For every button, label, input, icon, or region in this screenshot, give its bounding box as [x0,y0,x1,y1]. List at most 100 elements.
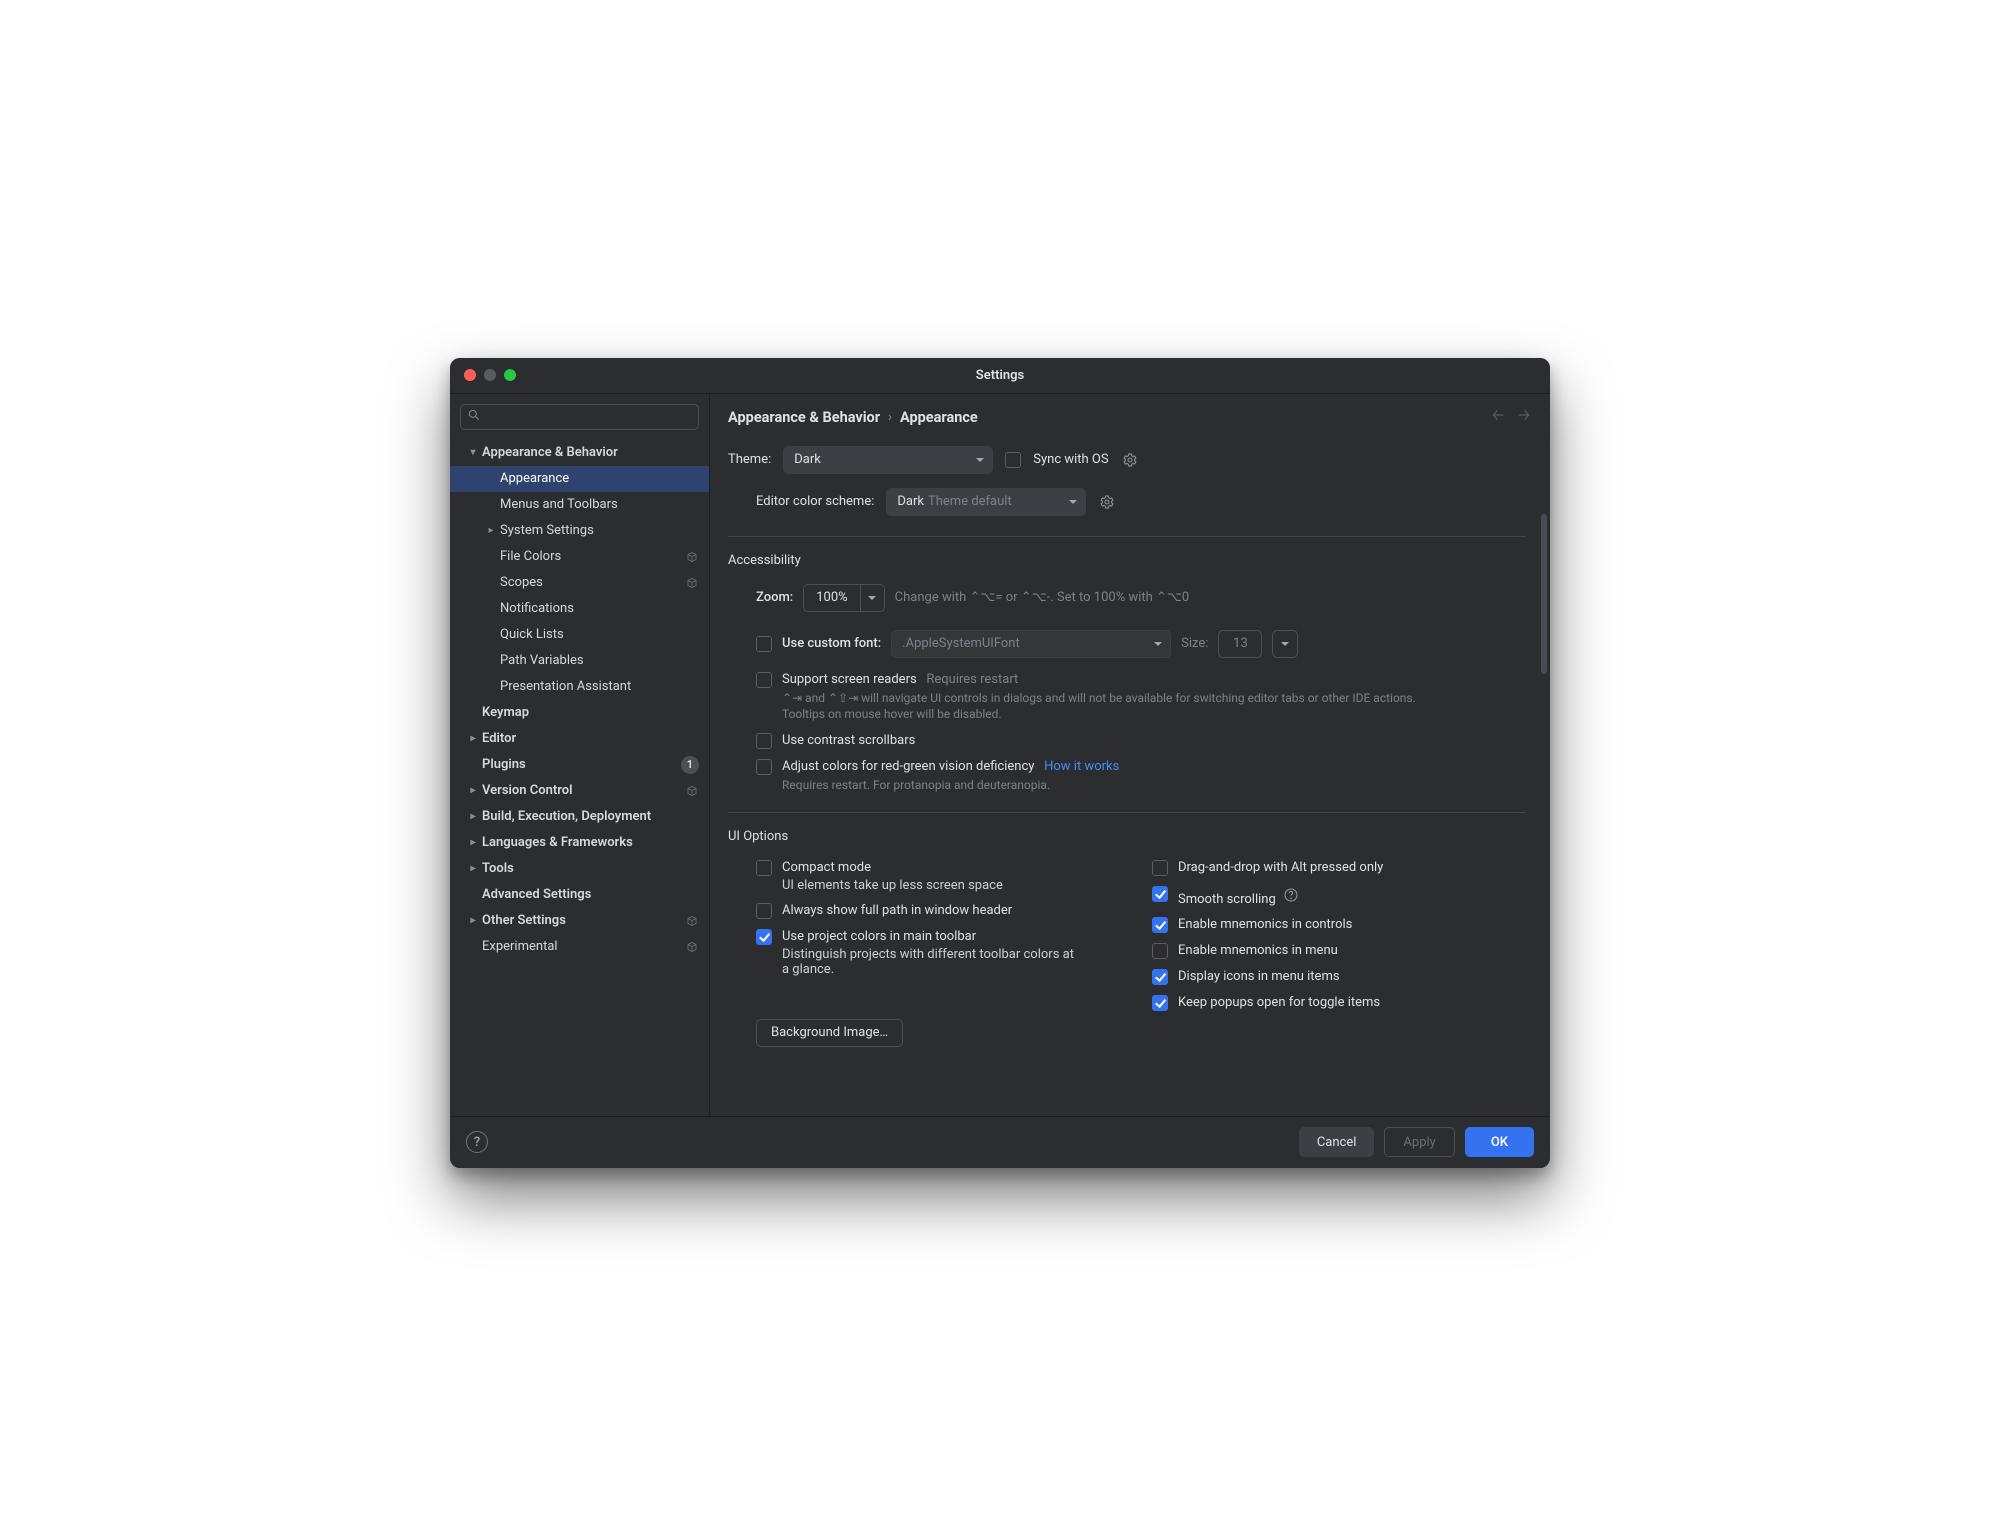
tree-item[interactable]: File Colors [450,544,709,570]
tree-item[interactable]: ▸System Settings [450,518,709,544]
checkbox-desc: UI elements take up less screen space [782,878,1003,893]
tree-item[interactable]: Presentation Assistant [450,674,709,700]
cancel-button[interactable]: Cancel [1299,1127,1375,1157]
how-it-works-link[interactable]: How it works [1044,759,1119,774]
zoom-select[interactable]: 100% [803,584,884,612]
screen-readers-desc: ⌃⇥ and ⌃⇧⇥ will navigate UI controls in … [782,690,1442,724]
tree-item[interactable]: Keymap [450,700,709,726]
caret-icon: ▸ [466,837,480,848]
checkbox-row: Smooth scrolling [1152,886,1383,907]
checkbox-row: Use project colors in main toolbar Distin… [756,929,1082,977]
sync-os-label: Sync with OS [1033,452,1108,467]
checkbox[interactable] [756,903,772,919]
checkbox-label: Smooth scrolling [1178,892,1276,907]
tree-item[interactable]: ▸Tools [450,856,709,882]
ok-button[interactable]: OK [1465,1127,1534,1157]
nav-forward-icon[interactable] [1516,407,1532,427]
color-deficiency-option: Adjust colors for red-green vision defic… [756,759,1526,794]
search-input[interactable] [460,404,699,430]
tree-item-label: Notifications [500,601,699,616]
ui-options-right-col: Drag-and-drop with Alt pressed onlySmoot… [1152,860,1383,1011]
checkbox-row: Keep popups open for toggle items [1152,995,1383,1011]
checkbox[interactable] [756,860,772,876]
color-deficiency-checkbox[interactable] [756,759,772,775]
theme-row: Theme: Dark Sync with OS [728,446,1526,474]
tree-item[interactable]: ▸Build, Execution, Deployment [450,804,709,830]
checkbox[interactable] [1152,995,1168,1011]
tree-item[interactable]: Experimental [450,934,709,960]
search-field[interactable] [487,409,692,424]
editor-scheme-suffix: Theme default [928,494,1012,509]
contrast-scrollbars-checkbox[interactable] [756,733,772,749]
zoom-caret-icon[interactable] [860,585,884,611]
theme-select[interactable]: Dark [783,446,993,474]
section-accessibility: Accessibility [728,553,1526,568]
custom-font-select[interactable]: .AppleSystemUIFont [891,630,1171,658]
checkbox[interactable] [1152,969,1168,985]
window-controls [464,369,516,381]
tree-item[interactable]: ▸Version Control [450,778,709,804]
sync-gear-icon[interactable] [1121,451,1139,469]
breadcrumb-bar: Appearance & Behavior › Appearance [710,394,1550,442]
ui-options-grid: Compact modeUI elements take up less scr… [756,860,1526,1011]
tree-item[interactable]: Plugins1 [450,752,709,778]
checkbox-label: Enable mnemonics in controls [1178,917,1352,932]
checkbox-row: Display icons in menu items [1152,969,1383,985]
caret-icon: ▸ [466,785,480,796]
editor-scheme-select[interactable]: Dark Theme default [886,488,1086,516]
scrollbar-thumb[interactable] [1541,514,1547,674]
checkbox[interactable] [1152,860,1168,876]
tree-item[interactable]: Path Variables [450,648,709,674]
minimize-window-icon[interactable] [484,369,496,381]
caret-icon: ▸ [484,525,498,536]
checkbox[interactable] [1152,917,1168,933]
tree-item[interactable]: Menus and Toolbars [450,492,709,518]
caret-icon: ▸ [466,811,480,822]
font-size-caret-icon[interactable] [1273,631,1297,657]
font-size-stepper[interactable] [1272,630,1298,658]
tree-item[interactable]: ▸Languages & Frameworks [450,830,709,856]
zoom-value: 100% [804,590,859,605]
tree-item[interactable]: Appearance [450,466,709,492]
font-size-input[interactable]: 13 [1218,630,1262,658]
caret-icon: ▸ [466,863,480,874]
tree-item-label: Path Variables [500,653,699,668]
font-size-label: Size: [1181,636,1208,651]
settings-body: ▾Appearance & BehaviorAppearanceMenus an… [450,394,1550,1116]
custom-font-label: Use custom font: [782,636,881,651]
checkbox-label: Use project colors in main toolbar [782,929,976,944]
caret-icon: ▾ [466,447,480,458]
tree-item[interactable]: ▸Editor [450,726,709,752]
screen-readers-label: Support screen readers [782,672,917,687]
checkbox-label: Always show full path in window header [782,903,1012,918]
contrast-scrollbars-option: Use contrast scrollbars [756,733,1526,749]
tree-item[interactable]: Scopes [450,570,709,596]
tree-item[interactable]: ▾Appearance & Behavior [450,440,709,466]
checkbox-row: Enable mnemonics in controls [1152,917,1383,933]
nav-back-icon[interactable] [1490,407,1506,427]
tree-item[interactable]: Advanced Settings [450,882,709,908]
close-window-icon[interactable] [464,369,476,381]
tree-item[interactable]: Quick Lists [450,622,709,648]
checkbox[interactable] [1152,886,1168,902]
custom-font-checkbox[interactable] [756,636,772,652]
tree-item-label: Other Settings [482,913,685,928]
settings-window: Settings ▾Appearance & BehaviorAppearanc… [450,358,1550,1168]
tree-item[interactable]: ▸Other Settings [450,908,709,934]
zoom-label: Zoom: [756,590,793,605]
editor-scheme-gear-icon[interactable] [1098,493,1116,511]
sync-os-checkbox[interactable] [1005,452,1021,468]
breadcrumb-root[interactable]: Appearance & Behavior [728,409,880,426]
project-scope-icon [685,784,699,798]
checkbox[interactable] [1152,943,1168,959]
help-icon[interactable]: ? [466,1131,488,1153]
background-image-button[interactable]: Background Image… [756,1019,903,1047]
tree-item-label: Keymap [482,705,699,720]
zoom-window-icon[interactable] [504,369,516,381]
checkbox-desc: Distinguish projects with different tool… [782,947,1082,977]
screen-readers-checkbox[interactable] [756,672,772,688]
help-icon[interactable] [1282,886,1300,904]
theme-value: Dark [794,452,821,467]
tree-item[interactable]: Notifications [450,596,709,622]
checkbox[interactable] [756,929,772,945]
